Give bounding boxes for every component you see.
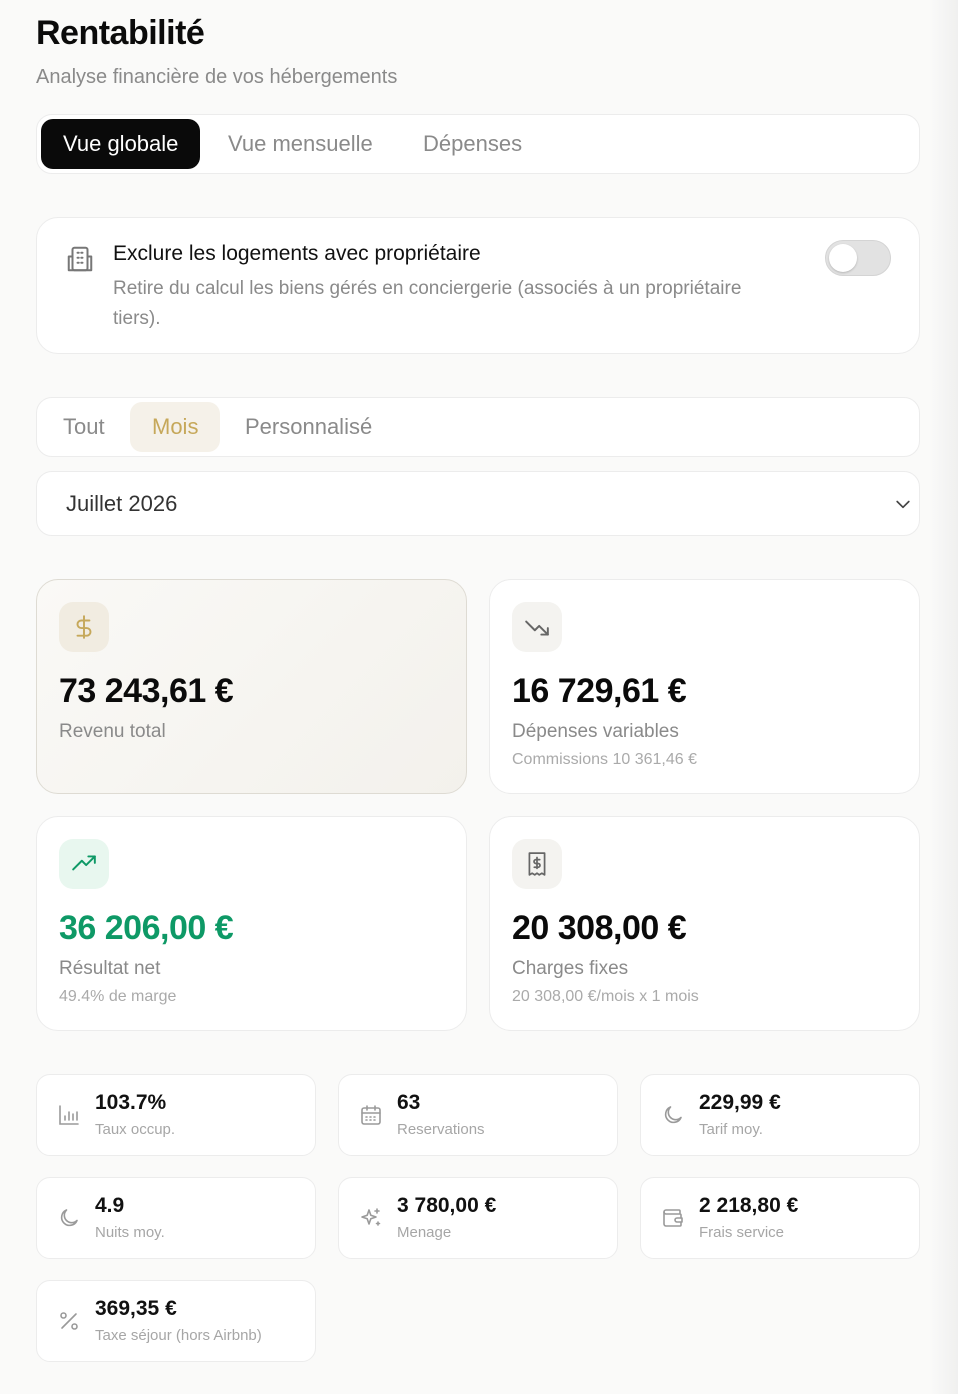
trending-down-icon: [512, 602, 562, 652]
metric-label: Reservations: [397, 1121, 485, 1138]
moon-icon: [664, 1106, 682, 1124]
dollar-icon: [59, 602, 109, 652]
revenue-label: Revenu total: [59, 721, 166, 742]
metric-value: 369,35 €: [95, 1297, 177, 1320]
metric-occupancy: 103.7% Taux occup.: [36, 1074, 316, 1156]
metric-reservations: 63 Reservations: [338, 1074, 618, 1156]
percent-icon: [60, 1312, 78, 1330]
page-title: Rentabilité: [36, 14, 205, 52]
metric-label: Frais service: [699, 1224, 785, 1241]
net-result-amount: 36 206,00 €: [59, 909, 234, 947]
exclude-owner-toggle[interactable]: [825, 240, 891, 276]
metric-value: 4.9: [95, 1194, 125, 1217]
owner-filter-card: Exclure les logements avec propriétaire …: [36, 217, 920, 354]
page-subtitle: Analyse financière de vos hébergements: [36, 66, 398, 88]
owner-filter-description: Retire du calcul les biens gérés en conc…: [113, 278, 742, 329]
metric-label: Menage: [397, 1224, 452, 1241]
chevron-down-icon: [896, 500, 910, 509]
tab-mois[interactable]: Mois: [130, 402, 221, 452]
period-tabs: Tout Mois Personnalisé: [36, 397, 920, 457]
toggle-knob: [829, 244, 857, 272]
variable-expenses-amount: 16 729,61 €: [512, 672, 687, 710]
receipt-icon: [512, 839, 562, 889]
month-select-value: Juillet 2026: [66, 491, 178, 516]
metric-value: 103.7%: [95, 1091, 167, 1114]
tab-tout[interactable]: Tout: [63, 402, 105, 452]
bar-chart-icon: [59, 1105, 79, 1125]
month-select[interactable]: Juillet 2026: [36, 471, 920, 536]
sparkles-icon: [361, 1208, 381, 1226]
metric-value: 3 780,00 €: [397, 1194, 497, 1217]
metric-cleaning: 3 780,00 € Menage: [338, 1177, 618, 1259]
metric-average-rate: 229,99 € Tarif moy.: [640, 1074, 920, 1156]
fixed-charges-amount: 20 308,00 €: [512, 909, 687, 947]
metric-label: Taxe séjour (hors Airbnb): [95, 1327, 262, 1344]
metric-value: 229,99 €: [699, 1091, 781, 1114]
revenue-amount: 73 243,61 €: [59, 672, 234, 710]
tab-vue-globale[interactable]: Vue globale: [41, 119, 201, 169]
metric-tourist-tax: 369,35 € Taxe séjour (hors Airbnb): [36, 1280, 316, 1362]
net-result-label: Résultat net: [59, 958, 161, 979]
scrollbar-track[interactable]: [930, 0, 958, 1394]
calendar-icon: [361, 1105, 381, 1125]
building-icon: [67, 246, 93, 272]
metric-label: Taux occup.: [95, 1121, 176, 1138]
metric-average-nights: 4.9 Nuits moy.: [36, 1177, 316, 1259]
margin-detail: 49.4% de marge: [59, 988, 177, 1005]
fixed-charges-detail: 20 308,00 €/mois x 1 mois: [512, 988, 699, 1005]
net-result-card: 36 206,00 € Résultat net 49.4% de marge: [36, 816, 467, 1031]
fixed-charges-label: Charges fixes: [512, 958, 629, 979]
moon-icon: [60, 1209, 78, 1227]
commissions-detail: Commissions 10 361,46 €: [512, 751, 697, 768]
metric-label: Tarif moy.: [699, 1121, 763, 1138]
metric-service-fees: 2 218,80 € Frais service: [640, 1177, 920, 1259]
wallet-icon: [663, 1209, 683, 1227]
tab-depenses[interactable]: Dépenses: [423, 119, 522, 169]
fixed-charges-card: 20 308,00 € Charges fixes 20 308,00 €/mo…: [489, 816, 920, 1031]
view-tabs: Vue globale Vue mensuelle Dépenses: [36, 114, 920, 174]
metric-value: 2 218,80 €: [699, 1194, 799, 1217]
metric-value: 63: [397, 1091, 421, 1114]
trending-up-icon: [59, 839, 109, 889]
variable-expenses-label: Dépenses variables: [512, 721, 679, 742]
owner-filter-title: Exclure les logements avec propriétaire: [113, 242, 481, 265]
revenue-card: 73 243,61 € Revenu total: [36, 579, 467, 794]
tab-vue-mensuelle[interactable]: Vue mensuelle: [228, 119, 373, 169]
variable-expenses-card: 16 729,61 € Dépenses variables Commissio…: [489, 579, 920, 794]
metric-label: Nuits moy.: [95, 1224, 165, 1241]
tab-personnalise[interactable]: Personnalisé: [245, 402, 372, 452]
